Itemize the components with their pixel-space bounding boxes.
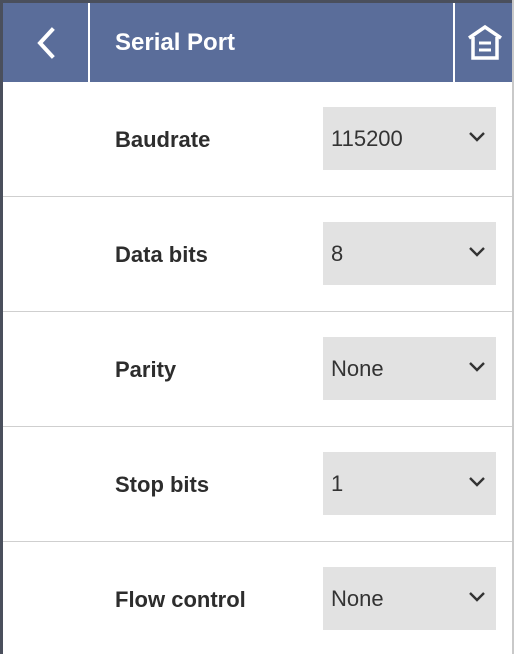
setting-row-data-bits: Data bits 8	[3, 197, 512, 312]
dropdown-value: 8	[331, 241, 344, 266]
setting-label: Flow control	[115, 587, 246, 612]
chevron-down-icon	[469, 362, 485, 372]
settings-list: Baudrate 115200 Data bits 8 Parity None	[3, 82, 512, 654]
chevron-down-icon	[469, 247, 485, 257]
serial-port-screen: Serial Port Baudrate 115200 Data bits 8	[0, 0, 514, 654]
dropdown-value: 115200	[331, 126, 403, 151]
dropdown-value: 1	[331, 471, 344, 496]
chevron-down-icon	[469, 132, 485, 142]
dropdown-value: None	[331, 356, 384, 381]
back-button[interactable]	[3, 3, 90, 82]
chevron-left-icon	[36, 26, 55, 59]
dropdown-value: None	[331, 586, 384, 611]
header-bar: Serial Port	[3, 0, 512, 82]
setting-row-baudrate: Baudrate 115200	[3, 82, 512, 197]
baudrate-dropdown[interactable]: 115200	[323, 107, 496, 170]
setting-row-stop-bits: Stop bits 1	[3, 427, 512, 542]
setting-label: Baudrate	[115, 127, 211, 152]
page-title: Serial Port	[115, 29, 236, 56]
chevron-down-icon	[469, 477, 485, 487]
data-bits-dropdown[interactable]: 8	[323, 222, 496, 285]
setting-label: Stop bits	[115, 472, 210, 497]
parity-dropdown[interactable]: None	[323, 337, 496, 400]
setting-label: Parity	[115, 357, 177, 382]
setting-row-flow-control: Flow control None	[3, 542, 512, 654]
home-button[interactable]	[453, 3, 512, 82]
flow-control-dropdown[interactable]: None	[323, 567, 496, 630]
setting-label: Data bits	[115, 242, 208, 267]
stop-bits-dropdown[interactable]: 1	[323, 452, 496, 515]
setting-row-parity: Parity None	[3, 312, 512, 427]
home-icon	[468, 24, 502, 60]
chevron-down-icon	[469, 592, 485, 602]
